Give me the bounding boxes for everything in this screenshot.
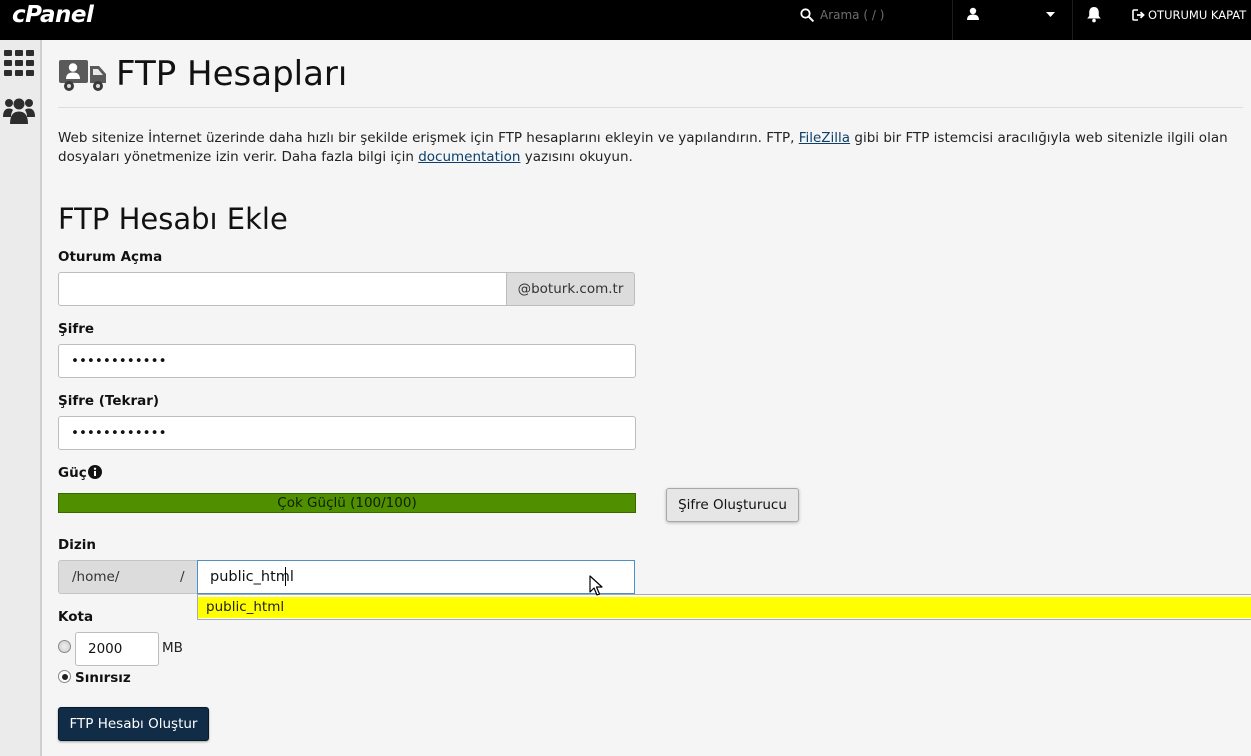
info-icon[interactable]	[88, 465, 102, 479]
password-confirm-input[interactable]	[58, 416, 636, 450]
intro-text-part: Web sitenize İnternet üzerinde daha hızl…	[58, 130, 799, 146]
bell-icon[interactable]	[1086, 6, 1102, 23]
directory-label: Dizin	[58, 537, 96, 553]
chevron-down-icon[interactable]	[1046, 12, 1055, 18]
login-input[interactable]	[58, 272, 507, 306]
logout-button[interactable]: OTURUMU KAPAT	[1132, 6, 1246, 24]
directory-prefix: /home/ /	[58, 560, 198, 594]
search-icon	[800, 8, 814, 22]
quota-label: Kota	[58, 609, 94, 625]
password-label: Şifre	[58, 321, 95, 337]
password-strength-meter: Çok Güçlü (100/100)	[58, 493, 636, 513]
password-input[interactable]	[58, 344, 636, 378]
password-generator-button[interactable]: Şifre Oluşturucu	[666, 488, 799, 522]
sidebar-item-users[interactable]	[3, 94, 35, 126]
header-divider	[58, 107, 1243, 108]
cpanel-logo[interactable]: cPanel	[12, 0, 94, 30]
unlimited-label: Sınırsız	[75, 670, 131, 686]
domain-suffix: @boturk.com.tr	[506, 272, 635, 306]
quota-unlimited-radio[interactable]	[58, 670, 71, 683]
user-icon[interactable]	[966, 7, 980, 21]
mouse-cursor-icon	[589, 575, 603, 596]
filezilla-link[interactable]: FileZilla	[799, 130, 850, 146]
search-box[interactable]	[790, 0, 952, 30]
intro-text-part: yazısını okuyun.	[520, 148, 633, 165]
topbar-divider	[1072, 0, 1073, 40]
sidebar-item-apps[interactable]	[3, 47, 35, 79]
sidebar	[0, 40, 42, 756]
strength-label: Güç	[58, 465, 87, 481]
directory-autocomplete: public_html	[197, 594, 1251, 620]
page-title: FTP Hesapları	[116, 54, 348, 94]
documentation-link[interactable]: documentation	[418, 149, 520, 165]
login-label: Oturum Açma	[58, 249, 163, 265]
autocomplete-item[interactable]: public_html	[198, 597, 1251, 618]
quota-limited-radio[interactable]	[58, 640, 71, 653]
strength-text: Çok Güçlü (100/100)	[277, 495, 417, 511]
password-confirm-label: Şifre (Tekrar)	[58, 393, 160, 409]
topbar-divider	[952, 0, 953, 40]
ftp-truck-icon	[59, 60, 106, 91]
top-bar: cPanel OTURUMU KAPAT	[0, 0, 1251, 40]
intro-text: Web sitenize İnternet üzerinde daha hızl…	[58, 129, 1243, 166]
main-content: FTP Hesapları Web sitenize İnternet üzer…	[44, 40, 1251, 756]
add-ftp-section-title: FTP Hesabı Ekle	[58, 202, 288, 236]
page-header: FTP Hesapları	[58, 52, 347, 96]
directory-home-path: /home/	[72, 569, 120, 585]
create-ftp-account-button[interactable]: FTP Hesabı Oluştur	[58, 707, 209, 741]
directory-separator: /	[180, 569, 185, 585]
directory-input[interactable]	[197, 560, 635, 594]
quota-unit: MB	[162, 640, 183, 656]
search-input[interactable]	[820, 5, 948, 25]
apps-grid-icon	[4, 50, 34, 76]
logout-icon	[1132, 9, 1145, 21]
logout-label: OTURUMU KAPAT	[1148, 8, 1247, 22]
text-caret	[285, 567, 286, 586]
users-icon	[3, 98, 35, 124]
quota-input[interactable]	[75, 632, 159, 666]
